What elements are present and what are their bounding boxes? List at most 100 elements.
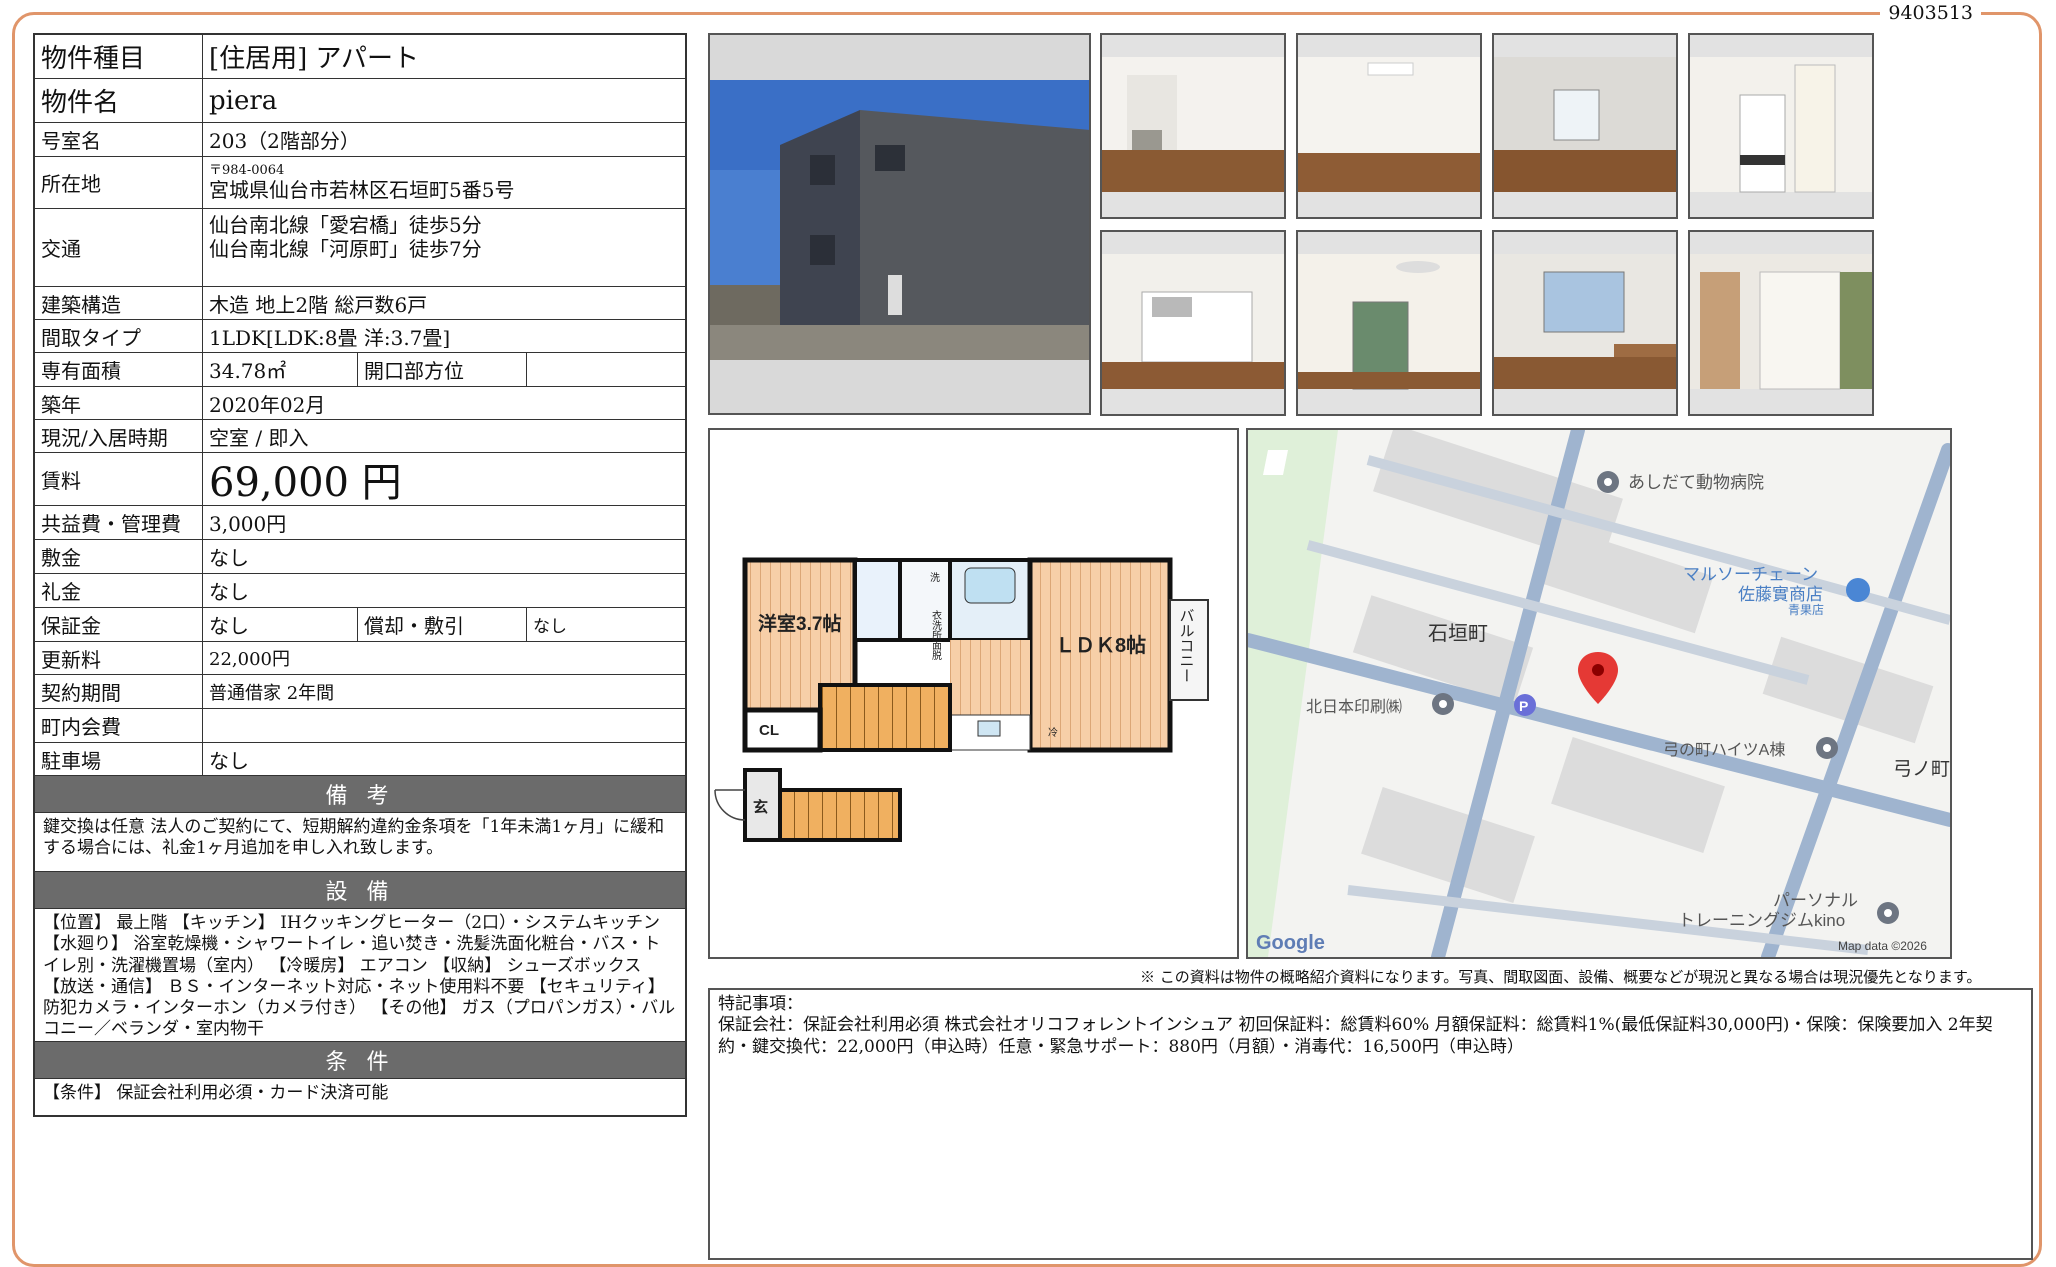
room-photo-5-image <box>1102 232 1284 414</box>
room-photo-5[interactable] <box>1100 230 1286 416</box>
type-label: 物件種目 <box>35 35 203 78</box>
spec-row-type: 物件種目 [住居用] アパート <box>35 35 685 79</box>
remarks-header: 備 考 <box>35 776 685 813</box>
area-label: 専有面積 <box>35 353 203 386</box>
deposit-label: 敷金 <box>35 540 203 573</box>
room-photo-8-image <box>1690 232 1872 414</box>
spec-row-area: 専有面積 34.78㎡ 開口部方位 <box>35 353 685 387</box>
map-poi-vet: あしだて動物病院 <box>1628 473 1764 492</box>
room-photo-2[interactable] <box>1296 33 1482 219</box>
amortization-label: 償却・敷引 <box>357 608 527 641</box>
disclaimer-text: ※ この資料は物件の概略紹介資料になります。写真、間取図面、設備、概要などが現況… <box>1140 968 1982 986</box>
town-fee-label: 町内会費 <box>35 709 203 742</box>
conditions-text: 【条件】 保証会社利用必須・カード決済可能 <box>43 1083 389 1103</box>
town-fee-value <box>203 709 685 742</box>
spec-row-deposit: 敷金 なし <box>35 540 685 574</box>
address-label: 所在地 <box>35 157 203 208</box>
keymoney-label: 礼金 <box>35 574 203 607</box>
room-photo-6[interactable] <box>1296 230 1482 416</box>
parking-symbol: P <box>1519 698 1528 714</box>
location-map[interactable]: P あしだて動物病院 マルソーチェーン 佐藤實商店 青果店 石垣町 北日本印刷㈱… <box>1246 428 1952 959</box>
map-area-ishigaki: 石垣町 <box>1428 622 1488 645</box>
spec-row-guarantee: 保証金 なし 償却・敷引 なし <box>35 608 685 642</box>
room-photo-7[interactable] <box>1492 230 1678 416</box>
exterior-photo-image <box>710 35 1089 413</box>
fee-label: 共益費・管理費 <box>35 506 203 539</box>
guarantee-label: 保証金 <box>35 608 203 641</box>
transit-label: 交通 <box>35 209 203 286</box>
amortization-value: なし <box>533 617 567 637</box>
transit-cell: 仙台南北線「愛宕橋」徒歩5分 仙台南北線「河原町」徒歩7分 <box>203 209 685 286</box>
special-notes-title: 特記事項： <box>718 994 803 1014</box>
status-label: 現況/入居時期 <box>35 420 203 452</box>
type-value: [住居用] アパート <box>209 44 420 74</box>
room-western-label: 洋室3.7帖 <box>758 612 841 635</box>
parking-label: 駐車場 <box>35 743 203 775</box>
direction-label: 開口部方位 <box>357 353 527 386</box>
rent-value: 69,000 円 <box>209 460 402 506</box>
direction-value <box>527 353 685 386</box>
spec-row-contract: 契約期間 普通借家 2年間 <box>35 675 685 709</box>
entrance-label: 玄 <box>753 798 768 816</box>
guarantee-value: なし <box>209 614 249 638</box>
status-value: 空室 / 即入 <box>209 425 309 450</box>
exterior-photo[interactable] <box>708 33 1091 415</box>
layout-label: 間取タイプ <box>35 320 203 352</box>
transit-line-1: 仙台南北線「愛宕橋」徒歩5分 <box>209 213 482 237</box>
structure-label: 建築構造 <box>35 287 203 319</box>
room-photo-4-image <box>1690 35 1872 217</box>
postal-code: 〒984-0064 <box>209 162 285 178</box>
remarks-text: 鍵交換は任意 法人のご契約にて、短期解約違約金条項を「1年未満1ヶ月」に緩和する… <box>35 813 685 872</box>
spec-row-structure: 建築構造 木造 地上2階 総戸数6戸 <box>35 287 685 320</box>
spec-row-town-fee: 町内会費 <box>35 709 685 743</box>
special-notes-text: 保証会社：保証会社利用必須 株式会社オリコフォレントインシュア 初回保証料：総賃… <box>718 1015 1993 1057</box>
spec-row-renewal: 更新料 22,000円 <box>35 642 685 675</box>
map-poi-gym-1: パーソナル <box>1773 891 1858 910</box>
keymoney-value: なし <box>209 580 249 604</box>
spec-row-fee: 共益費・管理費 3,000円 <box>35 506 685 540</box>
fridge-label: 冷 <box>1048 726 1058 739</box>
contract-value: 普通借家 2年間 <box>209 682 335 704</box>
spec-row-address: 所在地 〒984-0064 宮城県仙台市若林区石垣町5番5号 <box>35 157 685 209</box>
fee-value: 3,000円 <box>209 512 287 536</box>
room-photo-6-image <box>1298 232 1480 414</box>
room-photo-1[interactable] <box>1100 33 1286 219</box>
floor-plan: 洋室3.7帖 ＬＤＫ8帖 CL 玄 衣洗所面脱 洗 冷 バルコニー <box>708 428 1239 959</box>
map-poi-store-2: 佐藤實商店 <box>1738 585 1823 604</box>
room-photo-8[interactable] <box>1688 230 1874 416</box>
special-notes-box: 特記事項： 保証会社：保証会社利用必須 株式会社オリコフォレントインシュア 初回… <box>708 988 2033 1260</box>
spec-row-parking: 駐車場 なし <box>35 743 685 776</box>
transit-line-2: 仙台南北線「河原町」徒歩7分 <box>209 237 482 261</box>
map-poi-print: 北日本印刷㈱ <box>1306 698 1402 716</box>
document-id: 9403513 <box>1880 2 1981 24</box>
built-label: 築年 <box>35 387 203 419</box>
map-poi-heights: 弓の町ハイツA棟 <box>1663 741 1785 759</box>
room-photo-3-image <box>1494 35 1676 217</box>
conditions-header: 条 件 <box>35 1042 685 1079</box>
name-label: 物件名 <box>35 79 203 122</box>
property-name: piera <box>209 85 278 116</box>
renewal-value: 22,000円 <box>209 649 290 670</box>
room-photo-1-image <box>1102 35 1284 217</box>
map-attribution: Map data ©2026 <box>1838 939 1927 953</box>
spec-row-room: 号室名 203（2階部分） <box>35 123 685 157</box>
area-value: 34.78㎡ <box>209 359 287 383</box>
room-photo-7-image <box>1494 232 1676 414</box>
built-value: 2020年02月 <box>209 392 326 417</box>
map-area-yuminomachi: 弓ノ町 <box>1893 759 1950 780</box>
closet-label: CL <box>759 722 779 739</box>
floor-plan-drawing: 洋室3.7帖 ＬＤＫ8帖 CL 玄 衣洗所面脱 洗 冷 バルコニー <box>714 557 1209 842</box>
renewal-label: 更新料 <box>35 642 203 674</box>
map-poi-gym-2: トレーニングジムkino <box>1678 911 1845 930</box>
spec-row-keymoney: 礼金 なし <box>35 574 685 608</box>
spec-row-layout: 間取タイプ 1LDK[LDK:8畳 洋:3.7畳] <box>35 320 685 353</box>
laundry-label: 衣洗所面脱 <box>930 609 942 661</box>
map-poi-store-3: 青果店 <box>1788 603 1824 617</box>
address-value: 宮城県仙台市若林区石垣町5番5号 <box>209 178 515 203</box>
map-drawing: P あしだて動物病院 マルソーチェーン 佐藤實商店 青果店 石垣町 北日本印刷㈱… <box>1248 430 1950 957</box>
property-spec-table: 物件種目 [住居用] アパート 物件名 piera 号室名 203（2階部分） … <box>33 33 687 1117</box>
balcony-label: バルコニー <box>1178 608 1195 683</box>
room-photo-4[interactable] <box>1688 33 1874 219</box>
room-photo-3[interactable] <box>1492 33 1678 219</box>
map-poi-store-1: マルソーチェーン <box>1683 565 1818 584</box>
